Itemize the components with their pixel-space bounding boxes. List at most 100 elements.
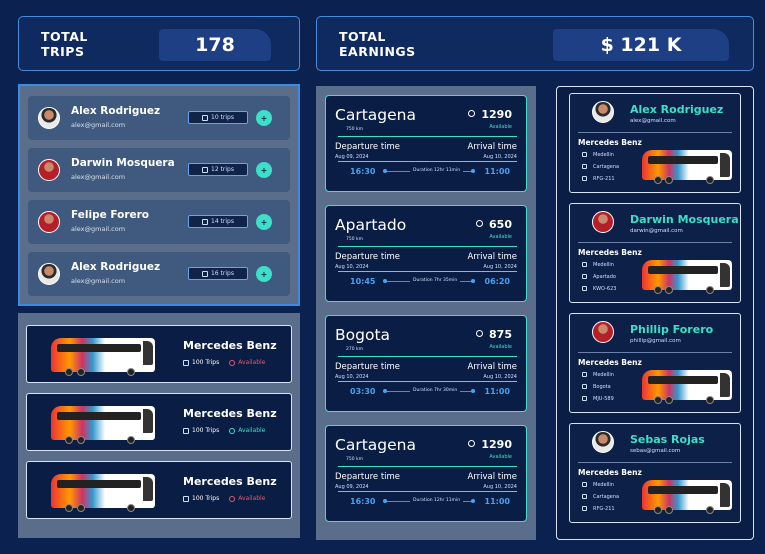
total-earnings-value: $ 121 K xyxy=(553,29,729,61)
driver-name: Darwin Mosquera xyxy=(630,213,739,226)
bus-image xyxy=(642,150,732,184)
plate: MJU-589 xyxy=(582,396,614,402)
bus-model: Mercedes Benz xyxy=(578,358,642,367)
bus-image xyxy=(642,370,732,404)
pin-icon xyxy=(582,164,587,169)
assign-driver-button[interactable]: + xyxy=(256,110,272,126)
trip-card[interactable]: Bogota 270 km 875 Available Departure ti… xyxy=(325,315,527,412)
bus-meta: 100 Trips Available xyxy=(183,427,265,434)
bus-card[interactable]: Mercedes Benz 100 Trips Available xyxy=(26,325,292,383)
driver-row[interactable]: Alex Rodriguez alex@gmail.com 16 trips + xyxy=(28,252,290,296)
flag-icon xyxy=(582,152,587,157)
pin-icon xyxy=(582,384,587,389)
driver-email: alex@gmail.com xyxy=(71,121,126,129)
bus-icon xyxy=(582,176,587,181)
total-trips-value: 178 xyxy=(159,29,271,61)
user-icon xyxy=(229,495,236,502)
trip-price: 1290 xyxy=(468,438,512,451)
driver-row[interactable]: Darwin Mosquera alex@gmail.com 12 trips … xyxy=(28,148,290,192)
arrival-label: Arrival time xyxy=(467,362,517,372)
trip-city: Cartagena xyxy=(335,436,416,454)
trips-list: Cartagena 750 km 1290 Available Departur… xyxy=(316,86,536,540)
assignment-card[interactable]: Darwin Mosquera darwin@gmail.com Mercede… xyxy=(569,203,741,303)
departure-time: 16:30 xyxy=(350,497,376,506)
trip-distance: 270 km xyxy=(346,347,364,352)
assignment-card[interactable]: Phillip Forero phillip@gmail.com Mercede… xyxy=(569,313,741,413)
trip-duration: Duration 7hr 30min xyxy=(410,388,461,393)
trip-duration: Duration 12hr 11min xyxy=(410,498,464,503)
avatar xyxy=(592,211,614,233)
driver-row[interactable]: Felipe Forero alex@gmail.com 14 trips + xyxy=(28,200,290,244)
departure-time: 16:30 xyxy=(350,167,376,176)
trip-duration: Duration 7hr 35min xyxy=(410,278,461,283)
bus-icon xyxy=(202,114,209,121)
trip-city: Cartagena xyxy=(335,106,416,124)
assign-driver-button[interactable]: + xyxy=(256,214,272,230)
user-add-icon: + xyxy=(260,113,268,123)
trip-count: 10 trips xyxy=(211,114,234,121)
trip-card[interactable]: Cartagena 750 km 1290 Available Departur… xyxy=(325,425,527,522)
arrival-label: Arrival time xyxy=(467,142,517,152)
user-add-icon: + xyxy=(260,217,268,227)
trip-card[interactable]: Apartado 750 km 650 Available Departure … xyxy=(325,205,527,302)
trip-count-badge: 12 trips xyxy=(188,163,248,176)
bus-trips: 100 Trips xyxy=(183,359,219,366)
assignments-list: Alex Rodriguez alex@gmail.com Mercedes B… xyxy=(556,86,754,540)
origin: Medellin xyxy=(582,262,614,268)
bus-meta: 100 Trips Available xyxy=(183,359,265,366)
origin: Medellin xyxy=(582,152,614,158)
departure-time: 10:45 xyxy=(350,277,376,286)
driver-row[interactable]: Alex Rodriguez alex@gmail.com 10 trips + xyxy=(28,96,290,140)
arrival-date: Aug 10, 2024 xyxy=(483,154,517,160)
drivers-list: Alex Rodriguez alex@gmail.com 10 trips +… xyxy=(18,84,300,306)
coin-icon xyxy=(468,440,476,447)
user-add-icon: + xyxy=(260,269,268,279)
arrival-time: 11:00 xyxy=(484,387,510,396)
avatar xyxy=(592,321,614,343)
assignment-card[interactable]: Alex Rodriguez alex@gmail.com Mercedes B… xyxy=(569,93,741,193)
avatar xyxy=(38,263,60,285)
total-trips-card: TOTAL TRIPS 178 xyxy=(18,16,300,71)
bus-model: Mercedes Benz xyxy=(183,475,277,488)
bus-model: Mercedes Benz xyxy=(578,468,642,477)
bus-icon xyxy=(582,286,587,291)
bus-model: Mercedes Benz xyxy=(183,339,277,352)
trip-distance: 750 km xyxy=(346,457,364,462)
assignment-card[interactable]: Sebas Rojas sebas@gmail.com Mercedes Ben… xyxy=(569,423,741,523)
plate: KWO-623 xyxy=(582,286,616,292)
driver-email: alex@gmail.com xyxy=(630,118,676,124)
bus-status: Available xyxy=(229,359,265,366)
bus-card[interactable]: Mercedes Benz 100 Trips Available xyxy=(26,393,292,451)
avatar xyxy=(592,431,614,453)
bus-status: Available xyxy=(229,427,265,434)
arrival-label: Arrival time xyxy=(467,252,517,262)
buses-list: Mercedes Benz 100 Trips Available Merced… xyxy=(18,313,300,538)
user-icon xyxy=(229,427,236,434)
driver-email: darwin@gmail.com xyxy=(630,228,683,234)
bus-model: Mercedes Benz xyxy=(578,138,642,147)
plate: RFG-211 xyxy=(582,176,615,182)
driver-email: alex@gmail.com xyxy=(71,173,126,181)
origin: Medellin xyxy=(582,372,614,378)
coin-icon xyxy=(476,220,484,227)
total-earnings-label: TOTAL EARNINGS xyxy=(339,29,416,59)
bus-model: Mercedes Benz xyxy=(183,407,277,420)
route-icon xyxy=(183,495,189,502)
bus-image xyxy=(51,338,155,376)
bus-card[interactable]: Mercedes Benz 100 Trips Available xyxy=(26,461,292,519)
trip-status: Available xyxy=(489,454,512,460)
trip-distance: 750 km xyxy=(346,237,364,242)
bus-trips: 100 Trips xyxy=(183,495,219,502)
driver-name: Alex Rodriguez xyxy=(71,105,161,117)
assign-driver-button[interactable]: + xyxy=(256,266,272,282)
origin: Medellin xyxy=(582,482,614,488)
avatar xyxy=(38,159,60,181)
driver-name: Alex Rodriguez xyxy=(630,103,724,116)
user-icon xyxy=(229,359,236,366)
assign-driver-button[interactable]: + xyxy=(256,162,272,178)
trip-card[interactable]: Cartagena 750 km 1290 Available Departur… xyxy=(325,95,527,192)
driver-name: Felipe Forero xyxy=(71,209,150,221)
departure-label: Departure time xyxy=(335,472,401,482)
driver-email: sebas@gmail.com xyxy=(630,448,681,454)
departure-label: Departure time xyxy=(335,142,401,152)
